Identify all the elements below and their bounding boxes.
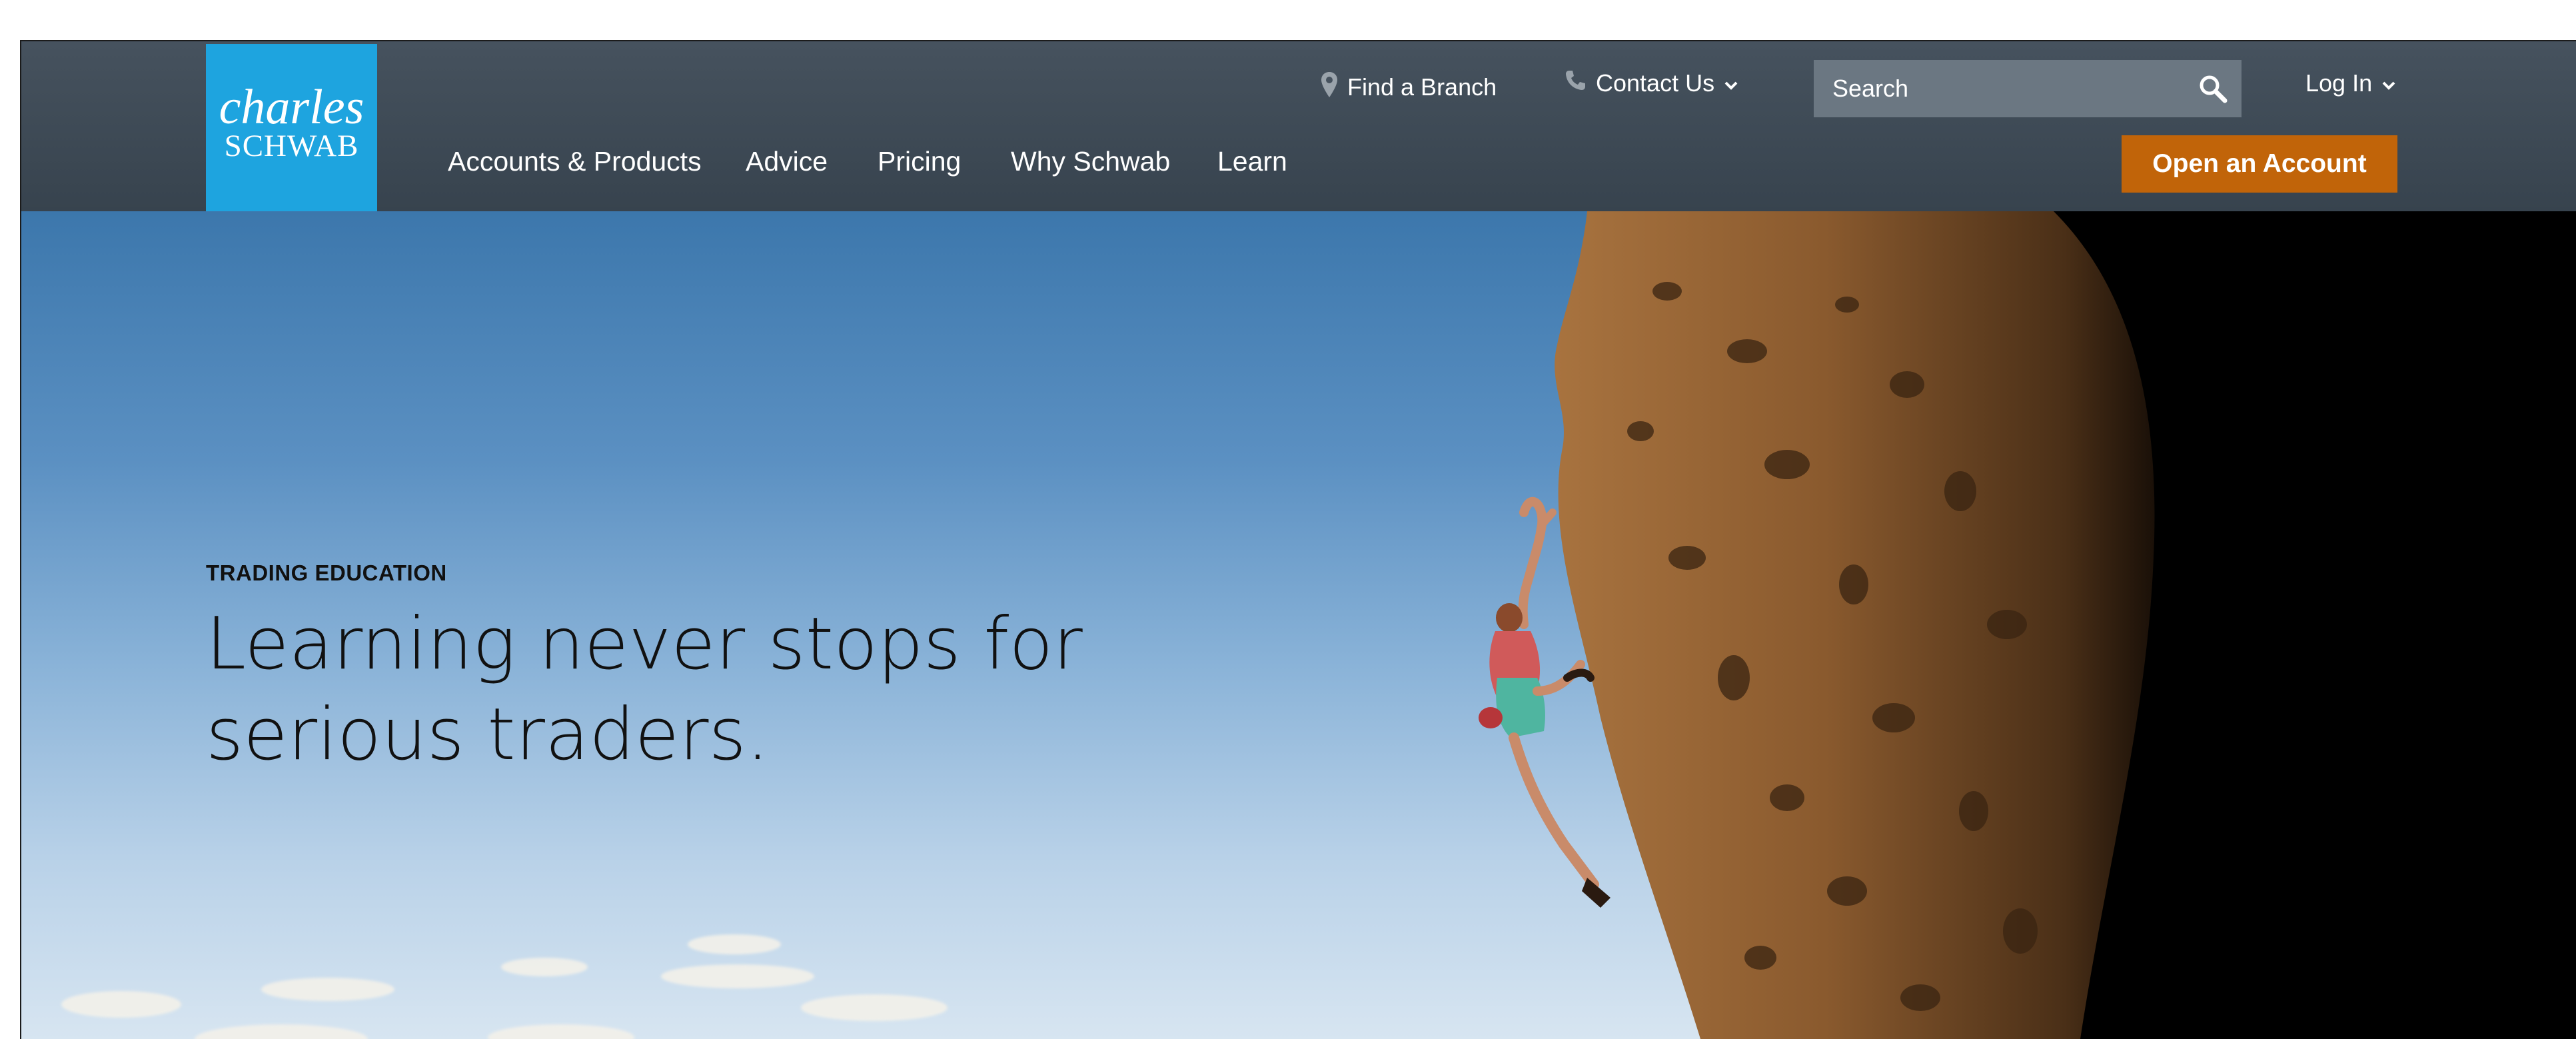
cloud <box>501 958 588 976</box>
search-box <box>1814 60 2242 117</box>
cloud <box>61 991 181 1018</box>
climber-rock-image <box>1479 211 2155 1039</box>
cloud <box>801 994 948 1021</box>
logo-line-schwab: SCHWAB <box>224 129 359 163</box>
page: charles SCHWAB Find a Branch Contact Us <box>21 41 2576 1039</box>
find-branch-label: Find a Branch <box>1347 73 1497 101</box>
cloud <box>688 934 781 954</box>
contact-us-label: Contact Us <box>1596 69 1715 97</box>
nav-why-schwab[interactable]: Why Schwab <box>1011 141 1170 181</box>
cloud <box>661 964 814 988</box>
nav-pricing[interactable]: Pricing <box>878 141 961 181</box>
open-account-button[interactable]: Open an Account <box>2122 135 2397 193</box>
hero-headline-line-1: Learning never stops for <box>206 602 1083 686</box>
logo-line-charles: charles <box>219 80 364 135</box>
hero-eyebrow: TRADING EDUCATION <box>206 560 447 585</box>
search-input[interactable] <box>1814 60 2187 117</box>
site-header: charles SCHWAB Find a Branch Contact Us <box>21 41 2576 211</box>
cloud <box>261 978 394 1001</box>
schwab-logo[interactable]: charles SCHWAB <box>206 44 377 211</box>
search-icon[interactable] <box>2198 73 2228 104</box>
nav-advice[interactable]: Advice <box>746 141 828 181</box>
nav-accounts-products[interactable]: Accounts & Products <box>448 141 702 181</box>
hero-headline: Learning never stops for serious traders… <box>206 599 1205 780</box>
log-in-label: Log In <box>2305 69 2373 97</box>
hero-headline-line-2: serious traders. <box>206 693 770 776</box>
phone-icon <box>1564 69 1587 98</box>
find-branch-link[interactable]: Find a Branch <box>1321 71 1497 104</box>
nav-learn[interactable]: Learn <box>1217 141 1287 181</box>
hero-banner: TRADING EDUCATION Learning never stops f… <box>21 211 2576 1039</box>
chevron-down-icon <box>1724 69 1738 97</box>
log-in-menu[interactable]: Log In <box>2305 67 2396 100</box>
location-pin-icon <box>1321 71 1338 104</box>
contact-us-menu[interactable]: Contact Us <box>1564 67 1738 100</box>
chevron-down-icon <box>2381 69 2396 97</box>
